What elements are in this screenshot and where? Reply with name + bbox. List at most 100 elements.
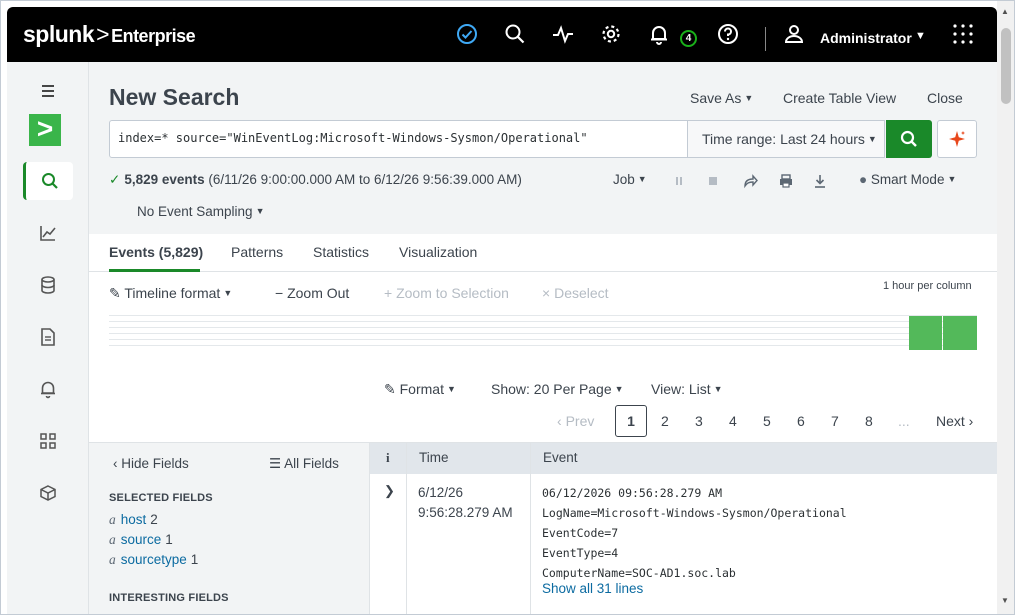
view-mode-menu[interactable]: View: List ▼	[651, 381, 723, 397]
chevron-down-icon[interactable]: ▼	[915, 30, 926, 42]
app-brand-tile[interactable]: >	[29, 114, 61, 146]
splunk-logo[interactable]: splunk> Enterprise	[23, 21, 196, 48]
pause-icon[interactable]	[671, 173, 687, 189]
scroll-down-icon[interactable]: ▼	[1001, 596, 1009, 605]
pager-page[interactable]: 3	[695, 413, 703, 429]
search-submit-button[interactable]	[886, 120, 932, 158]
tab-visualization[interactable]: Visualization	[399, 244, 477, 260]
sparkle-icon	[949, 131, 965, 147]
timeline-bar[interactable]	[943, 316, 977, 350]
document-icon[interactable]	[23, 318, 73, 356]
activity-icon[interactable]	[552, 23, 574, 45]
pager-prev[interactable]: ‹ Prev	[557, 413, 594, 429]
info-column-header[interactable]: i	[386, 450, 390, 466]
user-menu-label[interactable]: Administrator	[820, 30, 912, 46]
search-mode-menu[interactable]: ● Smart Mode ▼	[859, 172, 956, 187]
timeline-bar[interactable]	[909, 316, 942, 350]
tab-events[interactable]: Events (5,829)	[109, 244, 203, 260]
results-tabs: Events (5,829) Patterns Statistics Visua…	[89, 234, 997, 272]
event-raw-text: 06/12/2026 09:56:28.279 AM LogName=Micros…	[542, 486, 847, 580]
alert-bell-icon[interactable]	[23, 370, 73, 408]
create-table-view-link[interactable]: Create Table View	[783, 90, 896, 106]
deselect-button[interactable]: × Deselect	[542, 285, 609, 301]
brush-icon: ✎	[384, 381, 396, 397]
scroll-thumb[interactable]	[1001, 28, 1011, 104]
bell-icon[interactable]	[648, 23, 670, 45]
table-header: i Time Event	[370, 443, 997, 474]
format-menu[interactable]: ✎ Format ▼	[384, 381, 456, 398]
save-as-menu[interactable]: Save As ▼	[690, 90, 753, 106]
package-icon[interactable]	[23, 474, 73, 512]
fields-sidebar: ‹ Hide Fields ☰ All Fields SELECTED FIEL…	[89, 442, 370, 614]
pager-page[interactable]: 7	[831, 413, 839, 429]
all-fields-button[interactable]: ☰ All Fields	[269, 456, 339, 472]
scroll-up-icon[interactable]: ▲	[1001, 7, 1009, 16]
print-icon[interactable]	[778, 173, 794, 189]
show-all-lines-link[interactable]: Show all 31 lines	[542, 581, 643, 596]
event-column-header[interactable]: Event	[543, 450, 578, 465]
left-nav-rail: >	[7, 62, 89, 614]
navbar-divider	[765, 27, 766, 51]
column-divider	[406, 443, 407, 614]
field-item[interactable]: a sourcetype 1	[109, 552, 198, 568]
tab-statistics[interactable]: Statistics	[313, 244, 369, 260]
status-ok-icon[interactable]	[456, 23, 478, 45]
pager-page[interactable]: 4	[729, 413, 737, 429]
time-column-header[interactable]: Time	[419, 450, 449, 465]
expand-row-icon[interactable]: ❯	[384, 483, 395, 499]
event-timeline[interactable]	[109, 315, 977, 350]
event-sampling-menu[interactable]: No Event Sampling ▼	[137, 204, 264, 219]
close-link[interactable]: Close	[927, 90, 963, 106]
time-range-picker[interactable]: Time range: Last 24 hours ▼	[687, 120, 885, 158]
pager-ellipsis: ...	[898, 413, 910, 429]
selected-fields-heading: SELECTED FIELDS	[109, 492, 213, 504]
zoom-out-button[interactable]: − Zoom Out	[275, 285, 349, 301]
tab-patterns[interactable]: Patterns	[231, 244, 283, 260]
hamburger-icon[interactable]	[23, 72, 73, 110]
active-tab-indicator	[109, 269, 200, 272]
pager-page[interactable]: 1	[615, 405, 647, 437]
zoom-to-selection-button[interactable]: + Zoom to Selection	[384, 285, 509, 301]
user-icon[interactable]	[783, 23, 805, 45]
ai-assistant-button[interactable]	[937, 120, 977, 158]
timeline-scale-label: 1 hour per column	[883, 280, 972, 292]
search-status: ✓ 5,829 events (6/11/26 9:00:00.000 AM to…	[109, 172, 522, 187]
pager-page[interactable]: 2	[661, 413, 669, 429]
search-icon	[900, 130, 917, 147]
app-grid-icon[interactable]	[952, 23, 974, 45]
job-menu[interactable]: Job ▼	[613, 172, 647, 187]
help-icon[interactable]	[717, 23, 739, 45]
dashboard-icon[interactable]	[23, 422, 73, 460]
check-icon: ✓	[109, 172, 121, 187]
field-item[interactable]: a host 2	[109, 512, 158, 528]
share-icon[interactable]	[742, 173, 758, 189]
brush-icon: ✎	[109, 285, 121, 301]
search-header: New Search Save As ▼ Create Table View Cl…	[89, 62, 997, 234]
browser-frame: splunk> Enterprise 4 Administrator ▼ > N…	[0, 0, 1015, 615]
export-icon[interactable]	[812, 173, 828, 189]
interesting-fields-heading: INTERESTING FIELDS	[109, 592, 229, 604]
pager-page[interactable]: 5	[763, 413, 771, 429]
hide-fields-button[interactable]: ‹ Hide Fields	[113, 456, 189, 471]
gear-icon[interactable]	[600, 23, 622, 45]
lightbulb-icon: ●	[859, 172, 868, 187]
pager-next[interactable]: Next ›	[936, 413, 973, 429]
pager-page[interactable]: 8	[865, 413, 873, 429]
events-table: i Time Event ❯ 6/12/26 9:56:28.279 AM 06…	[370, 442, 997, 614]
database-icon[interactable]	[23, 266, 73, 304]
per-page-menu[interactable]: Show: 20 Per Page ▼	[491, 381, 624, 397]
search-icon[interactable]	[504, 23, 526, 45]
event-time: 6/12/26 9:56:28.279 AM	[418, 485, 513, 520]
pager-page[interactable]: 6	[797, 413, 805, 429]
chart-icon[interactable]	[23, 214, 73, 252]
search-input[interactable]: index=* source="WinEventLog:Microsoft-Wi…	[109, 120, 688, 158]
timeline-format-menu[interactable]: ✎ Timeline format ▼	[109, 285, 232, 302]
stop-icon[interactable]	[705, 173, 721, 189]
list-icon: ☰	[269, 456, 282, 471]
notification-count-badge: 4	[680, 30, 697, 47]
page-scrollbar[interactable]: ▲ ▼	[997, 1, 1014, 614]
nav-search-icon[interactable]	[23, 162, 73, 200]
main-content: New Search Save As ▼ Create Table View Cl…	[89, 62, 997, 614]
top-navbar: splunk> Enterprise 4 Administrator ▼	[7, 7, 997, 62]
field-item[interactable]: a source 1	[109, 532, 173, 548]
